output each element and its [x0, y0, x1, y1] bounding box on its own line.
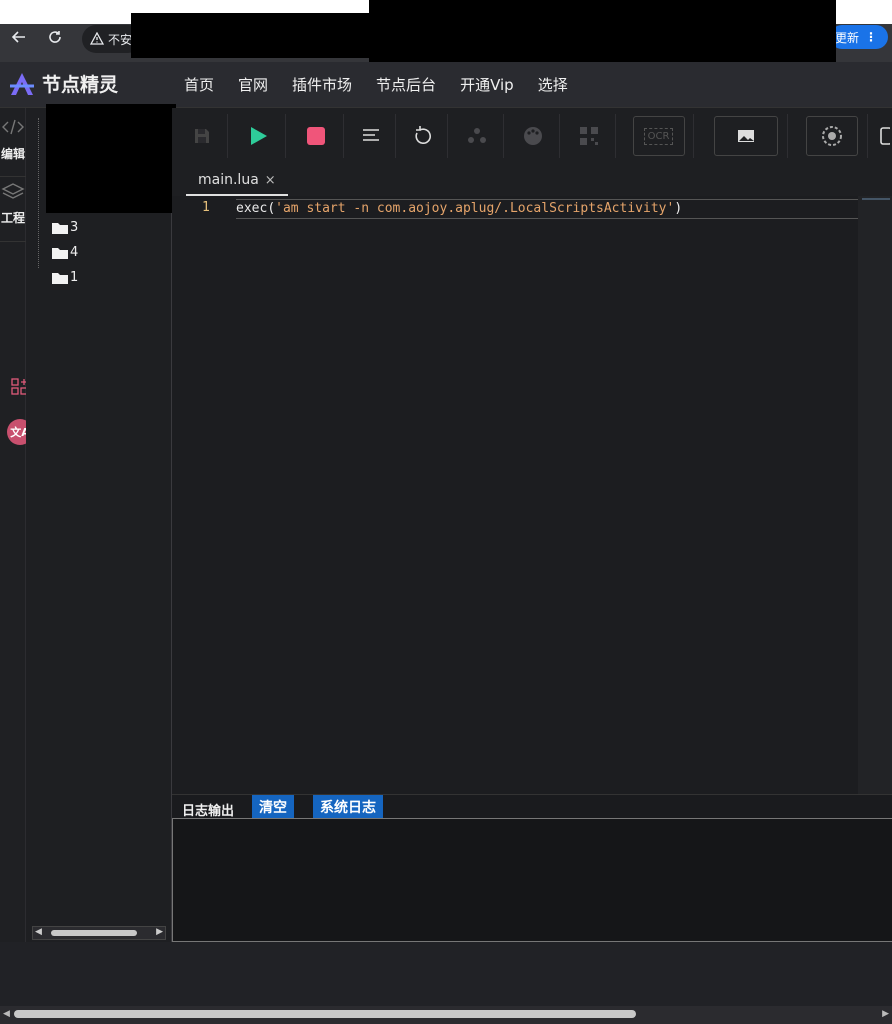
- log-title: 日志输出: [182, 804, 235, 819]
- redacted-block: [131, 13, 369, 58]
- menu-select[interactable]: 选择: [538, 74, 568, 95]
- log-output[interactable]: [172, 818, 892, 942]
- nodes-icon: [467, 128, 486, 143]
- scroll-left-arrow-icon[interactable]: ◀: [3, 1009, 10, 1019]
- play-icon: [250, 127, 267, 145]
- scroll-left-arrow-icon[interactable]: ◀: [35, 927, 42, 937]
- qrcode-icon: [579, 127, 598, 145]
- tab-close-icon[interactable]: ×: [265, 173, 276, 188]
- log-header: 日志输出 清空 系统日志: [172, 794, 892, 819]
- menu-home[interactable]: 首页: [184, 74, 214, 95]
- document-icon: [880, 127, 890, 145]
- qrcode-button[interactable]: [562, 114, 616, 158]
- save-button[interactable]: [176, 114, 228, 158]
- rail-divider: [0, 176, 26, 177]
- tree-folder-label: 3: [70, 220, 79, 235]
- format-button[interactable]: [346, 114, 396, 158]
- file-tree-panel: 3 4 1 ◀ ▶: [26, 108, 172, 942]
- tree-folder-3[interactable]: 3: [52, 220, 78, 235]
- code-paren-close: ): [674, 201, 683, 216]
- palette-icon: [523, 127, 542, 145]
- editor-tabbar: main.lua ×: [172, 164, 892, 196]
- refresh-button[interactable]: [398, 114, 448, 158]
- redacted-block: [369, 0, 836, 63]
- rail-edit-label: 编辑: [0, 147, 25, 161]
- tree-scroll-thumb[interactable]: [51, 930, 137, 936]
- menu-node-backend[interactable]: 节点后台: [376, 74, 436, 95]
- menu-open-vip[interactable]: 开通Vip: [460, 74, 514, 95]
- tree-folder-4[interactable]: 4: [52, 245, 78, 260]
- run-button[interactable]: [230, 114, 286, 158]
- rail-project-label: 工程: [0, 211, 25, 225]
- arrow-left-icon: [11, 31, 25, 43]
- menu-official-site[interactable]: 官网: [238, 74, 268, 95]
- page-horizontal-scrollbar[interactable]: ◀ ▶: [0, 1006, 892, 1024]
- reload-button[interactable]: [42, 24, 68, 50]
- stop-icon: [306, 127, 325, 145]
- logo-text: 节点精灵: [42, 74, 119, 96]
- code-line-1[interactable]: exec('am start -n com.aojoy.aplug/.Local…: [236, 199, 858, 219]
- page-scroll-thumb[interactable]: [14, 1010, 636, 1018]
- ocr-icon: OCR: [632, 116, 685, 156]
- tree-folder-1[interactable]: 1: [52, 270, 78, 285]
- left-rail: 编辑 工程 文A: [0, 108, 33, 942]
- logo-icon: [10, 72, 34, 95]
- folder-icon: [52, 223, 68, 234]
- top-menu: 首页 官网 插件市场 节点后台 开通Vip 选择: [184, 74, 568, 95]
- clear-log-button[interactable]: 清空: [252, 795, 294, 819]
- page-bottom-area: [0, 942, 892, 1006]
- update-label: 更新: [835, 30, 860, 45]
- align-left-icon: [362, 129, 379, 141]
- scroll-right-arrow-icon[interactable]: ▶: [882, 1009, 889, 1019]
- line-gutter: 1: [172, 196, 232, 794]
- tree-horizontal-scrollbar[interactable]: ◀ ▶: [32, 926, 166, 940]
- ocr-label: OCR: [643, 127, 674, 145]
- layers-icon: [1, 183, 25, 199]
- code-paren-open: (: [267, 201, 276, 216]
- tree-guide-line: [38, 118, 39, 268]
- more-tool-button[interactable]: [876, 114, 892, 158]
- aperture-icon: [805, 116, 858, 156]
- ocr-button[interactable]: OCR: [624, 114, 694, 158]
- update-button[interactable]: 更新 ⋮: [830, 25, 888, 49]
- line-number: 1: [202, 200, 210, 215]
- code-string: 'am start -n com.aojoy.aplug/.LocalScrip…: [275, 201, 675, 216]
- tree-folder-label: 1: [70, 270, 79, 285]
- back-button[interactable]: [6, 24, 32, 50]
- reload-icon: [49, 31, 61, 43]
- more-menu-icon[interactable]: ⋮: [865, 30, 877, 44]
- system-log-button[interactable]: 系统日志: [313, 795, 383, 819]
- spinner-button[interactable]: [796, 114, 868, 158]
- code-editor[interactable]: 1 exec('am start -n com.aojoy.aplug/.Loc…: [172, 196, 892, 794]
- save-icon: [194, 129, 209, 143]
- app-header: 节点精灵 首页 官网 插件市场 节点后台 开通Vip 选择: [0, 62, 892, 108]
- logo[interactable]: 节点精灵: [8, 70, 118, 97]
- undo-refresh-icon: [414, 126, 431, 144]
- image-button[interactable]: [704, 114, 788, 158]
- node-button[interactable]: [450, 114, 504, 158]
- redacted-block: [46, 104, 176, 213]
- image-icon: [713, 116, 778, 156]
- editor-minimap[interactable]: [858, 196, 892, 794]
- rail-project[interactable]: 工程: [0, 182, 26, 226]
- rail-divider: [0, 241, 26, 242]
- folder-icon: [52, 248, 68, 259]
- code-icon: [2, 119, 24, 135]
- folder-icon: [52, 273, 68, 284]
- insecure-label: 不安: [108, 32, 133, 47]
- scroll-right-arrow-icon[interactable]: ▶: [156, 927, 163, 937]
- warning-icon: [90, 32, 104, 45]
- code-function: exec: [236, 201, 268, 216]
- minimap-line: [862, 198, 890, 200]
- tree-folder-label: 4: [70, 245, 79, 260]
- menu-plugin-market[interactable]: 插件市场: [292, 74, 352, 95]
- tab-label: main.lua: [198, 172, 259, 188]
- editor-toolbar: OCR: [172, 108, 892, 164]
- stop-button[interactable]: [288, 114, 344, 158]
- rail-edit[interactable]: 编辑: [0, 118, 26, 162]
- tab-main-lua[interactable]: main.lua ×: [186, 166, 288, 196]
- color-picker-button[interactable]: [506, 114, 560, 158]
